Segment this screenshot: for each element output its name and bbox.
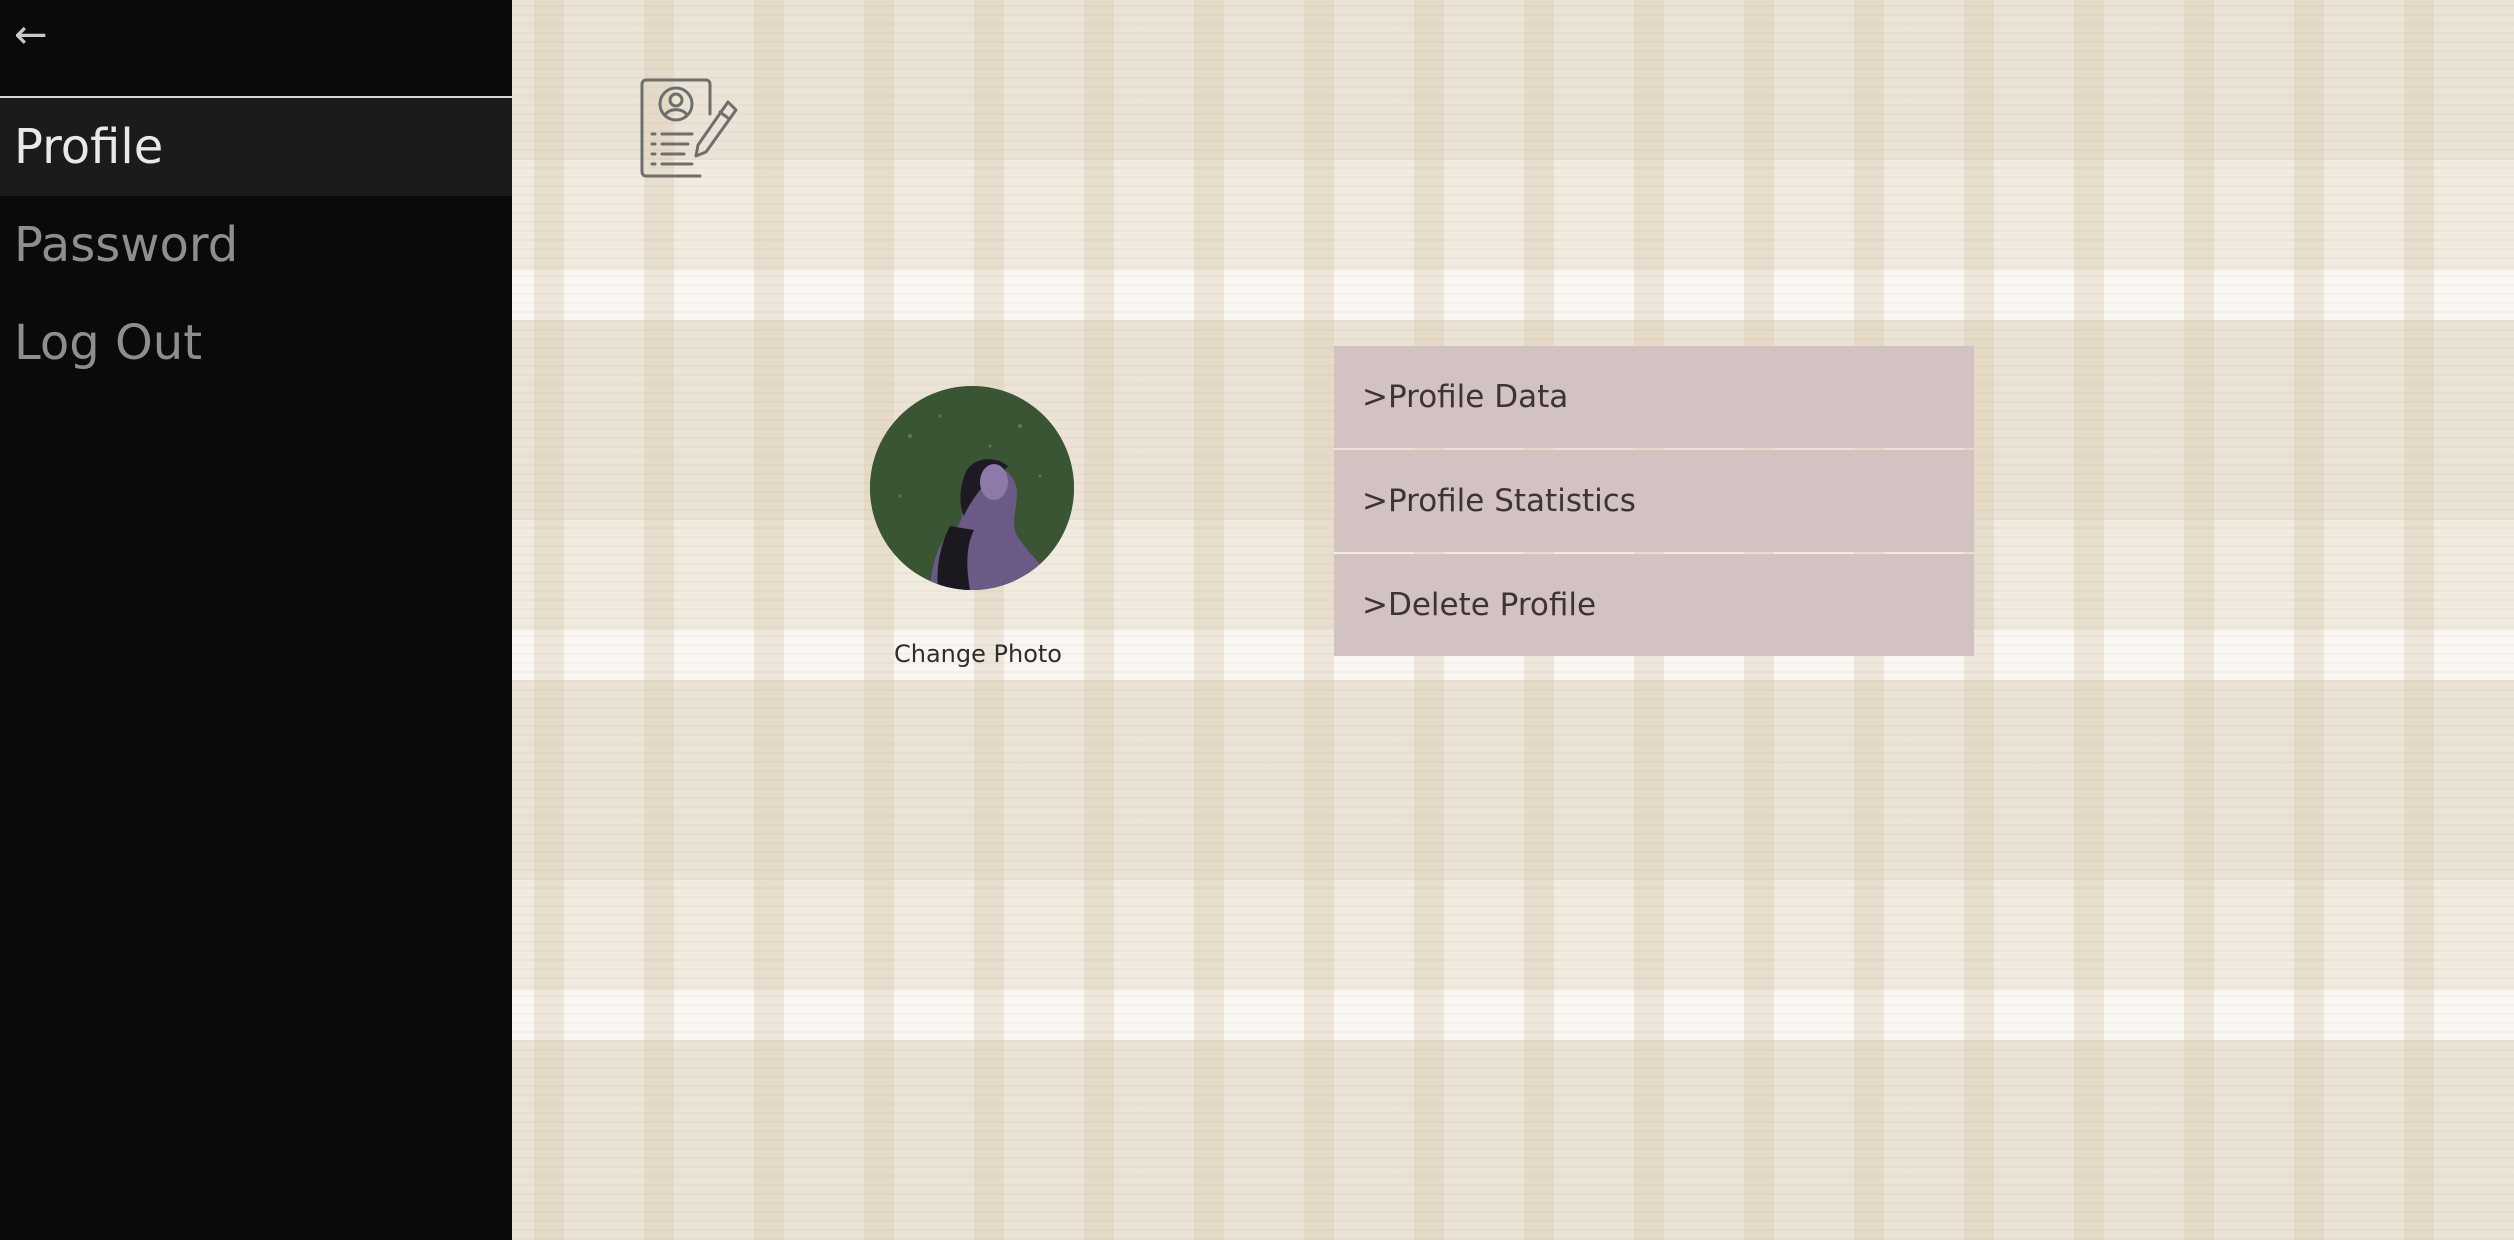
sidebar-item-label: Password <box>14 217 239 273</box>
profile-data-label: >Profile Data <box>1362 379 1569 415</box>
avatar[interactable] <box>870 386 1074 590</box>
delete-profile-label: >Delete Profile <box>1362 587 1597 623</box>
profile-statistics-label: >Profile Statistics <box>1362 483 1636 519</box>
back-arrow-icon: ← <box>14 12 48 58</box>
change-photo-button[interactable]: Change Photo <box>870 640 1086 668</box>
sidebar-item-password[interactable]: Password <box>0 196 512 294</box>
sidebar-item-label: Profile <box>14 119 164 175</box>
sidebar-item-label: Log Out <box>14 315 203 371</box>
sidebar-item-logout[interactable]: Log Out <box>0 294 512 392</box>
sidebar: ← Profile Password Log Out <box>0 0 512 1240</box>
profile-data-button[interactable]: >Profile Data <box>1334 346 1974 448</box>
delete-profile-button[interactable]: >Delete Profile <box>1334 554 1974 656</box>
profile-document-edit-icon <box>640 78 738 178</box>
sidebar-item-profile[interactable]: Profile <box>0 98 512 196</box>
profile-statistics-button[interactable]: >Profile Statistics <box>1334 450 1974 552</box>
back-button[interactable]: ← <box>14 8 74 62</box>
avatar-photo <box>870 386 1074 590</box>
